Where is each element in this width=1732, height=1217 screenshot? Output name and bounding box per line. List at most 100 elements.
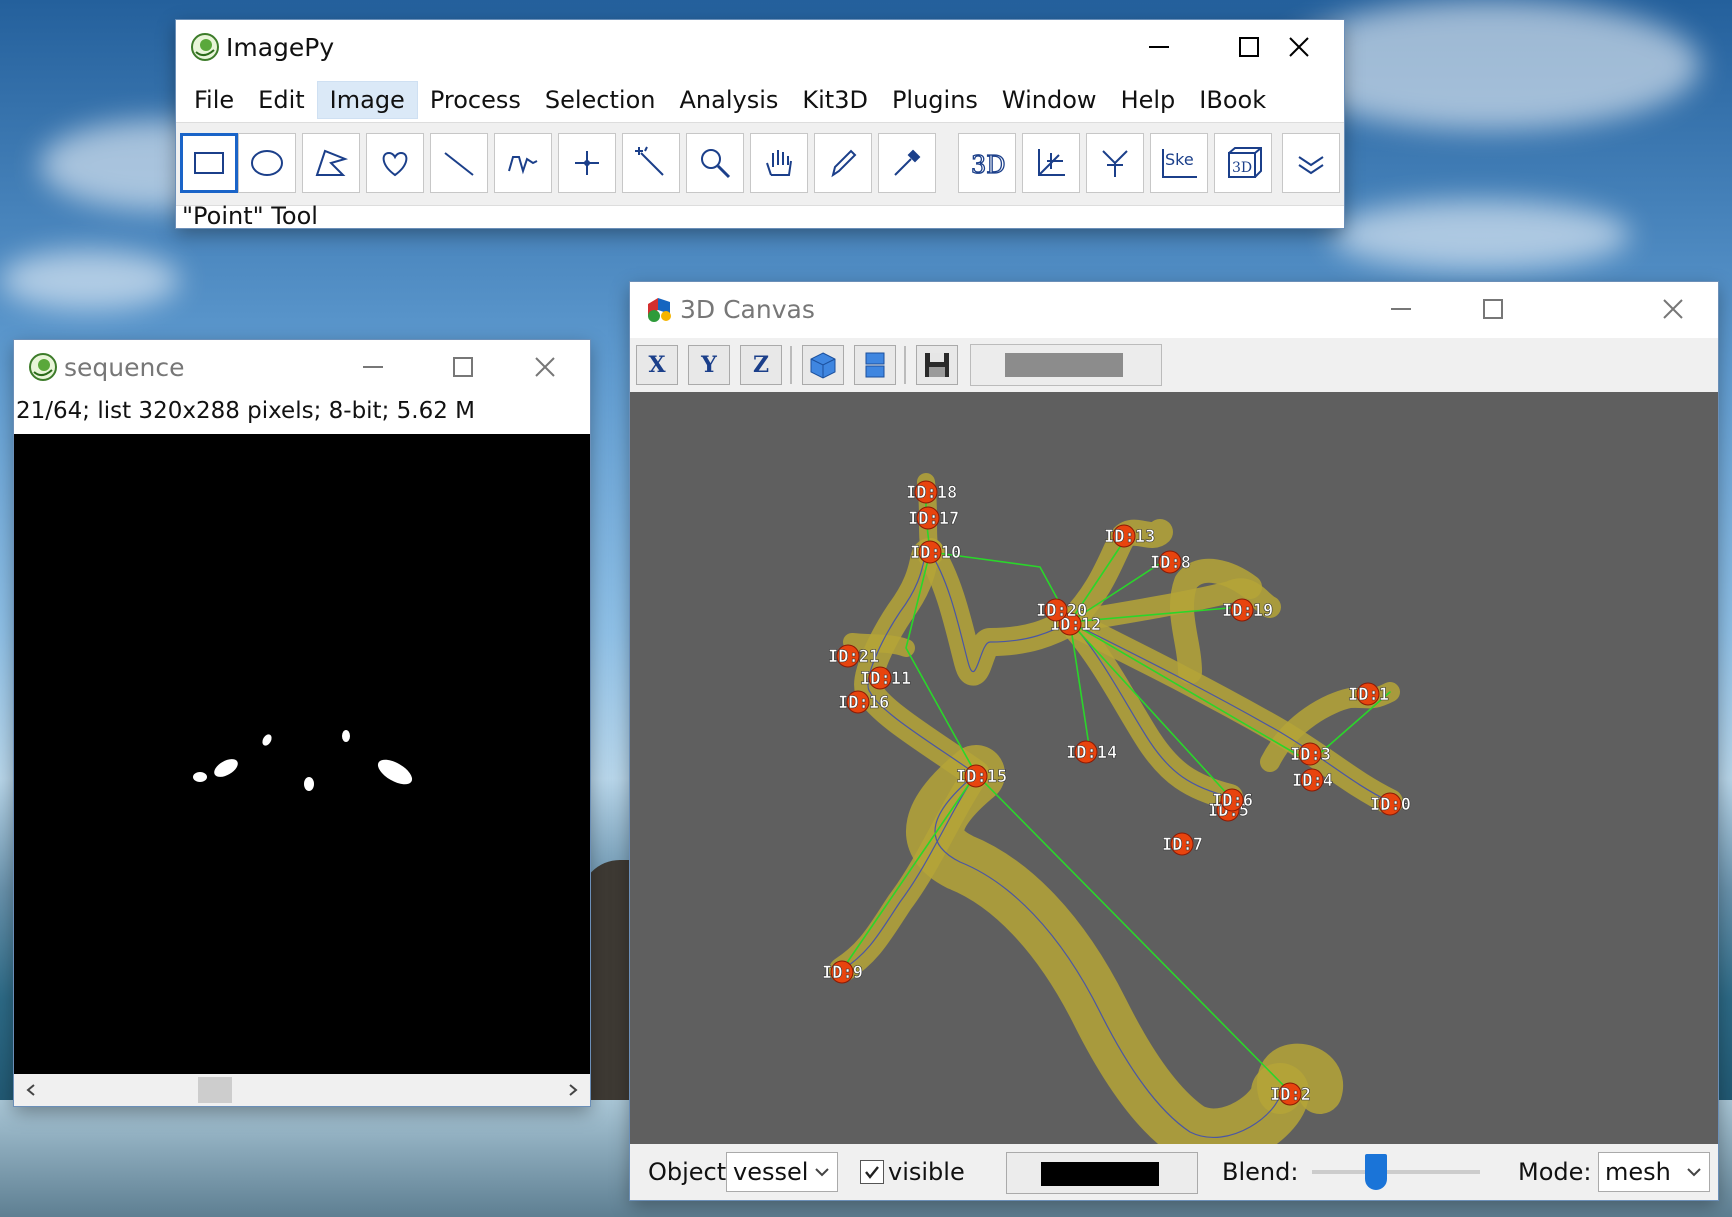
minimize-button[interactable]	[328, 340, 418, 394]
y-view-button[interactable]: Y	[688, 345, 730, 385]
menu-file[interactable]: File	[182, 82, 246, 118]
hand-tool-button[interactable]	[750, 133, 808, 193]
vessel-mesh	[829, 473, 1403, 1144]
blend-slider-handle[interactable]	[1364, 1154, 1387, 1190]
minimize-icon	[1149, 46, 1169, 48]
chevron-down-icon	[815, 1168, 829, 1177]
chevron-right-icon	[569, 1084, 578, 1096]
horizontal-scrollbar[interactable]	[14, 1074, 590, 1106]
rectangle-tool-icon	[194, 152, 224, 174]
minimize-icon	[363, 366, 383, 368]
magic-wand-tool-button[interactable]	[622, 133, 680, 193]
menu-kit3d[interactable]: Kit3D	[790, 82, 880, 118]
freehand-tool-icon	[382, 151, 408, 177]
3d-viewport[interactable]: ID:0 ID:1 ID:2 ID:3 ID:4 ID:5 ID:6 ID:7 ID:8 ID:9…	[630, 392, 1718, 1144]
mode-select-value: mesh	[1605, 1158, 1671, 1186]
color-picker-tool-button[interactable]	[878, 133, 936, 193]
visible-label: visible	[888, 1158, 965, 1186]
more-tools-button[interactable]	[1282, 133, 1340, 193]
hand-tool-icon	[766, 150, 792, 176]
ellipse-tool-button[interactable]	[238, 133, 296, 193]
checkmark-icon	[865, 1166, 879, 1179]
window-title: 3D Canvas	[680, 294, 815, 324]
visible-checkbox[interactable]	[860, 1160, 884, 1184]
orthographic-button[interactable]	[854, 345, 896, 385]
imagepy-logo-icon	[29, 353, 57, 381]
line-tool-button[interactable]	[430, 133, 488, 193]
image-info: 21/64; list 320x288 pixels; 8-bit; 5.62 …	[16, 398, 476, 424]
point-tool-button[interactable]	[558, 133, 616, 193]
node-id-21-label: ID:21	[828, 647, 879, 667]
polyline-tool-button[interactable]	[494, 133, 552, 193]
menu-process[interactable]: Process	[418, 82, 533, 118]
axis-tool-button[interactable]	[1022, 133, 1080, 193]
object-color-swatch	[1041, 1162, 1159, 1186]
skeleton-tool-icon: Ske	[1162, 149, 1197, 178]
close-button[interactable]	[1628, 282, 1718, 336]
z-view-button[interactable]: Z	[740, 345, 782, 385]
menu-analysis[interactable]: Analysis	[667, 82, 790, 118]
perspective-button[interactable]	[802, 345, 844, 385]
menu-ibook[interactable]: IBook	[1187, 82, 1278, 118]
close-button[interactable]	[500, 340, 590, 394]
blend-slider-track[interactable]	[1312, 1170, 1480, 1174]
menu-help[interactable]: Help	[1109, 82, 1188, 118]
object-select-value: vessel	[733, 1158, 809, 1186]
window-title: sequence	[64, 352, 185, 382]
minimize-button[interactable]	[1356, 282, 1446, 336]
maximize-icon	[453, 357, 473, 377]
polygon-tool-icon	[315, 149, 349, 176]
node-id-1-label: ID:1	[1348, 685, 1389, 705]
scroll-thumb[interactable]	[198, 1077, 232, 1103]
point-tool-icon	[575, 151, 599, 175]
menu-image[interactable]: Image	[316, 81, 418, 119]
close-button[interactable]	[1254, 20, 1344, 74]
menu-plugins[interactable]: Plugins	[880, 82, 990, 118]
polygon-tool-button[interactable]	[302, 133, 360, 193]
menu-window[interactable]: Window	[990, 82, 1109, 118]
background-color-picker[interactable]	[970, 344, 1162, 386]
node-id-17-label: ID:17	[908, 509, 959, 529]
menu-selection[interactable]: Selection	[533, 82, 668, 118]
minimize-button[interactable]	[1114, 20, 1204, 74]
chevron-down-icon	[1687, 1168, 1701, 1177]
object-select[interactable]: vessel	[726, 1152, 838, 1192]
scroll-right-button[interactable]	[556, 1074, 590, 1106]
rectangle-tool-button[interactable]	[180, 133, 238, 193]
maximize-icon	[1483, 299, 1503, 319]
x-view-button[interactable]: X	[636, 345, 678, 385]
save-button[interactable]	[916, 345, 958, 385]
mode-select[interactable]: mesh	[1598, 1152, 1710, 1192]
image-canvas[interactable]	[14, 434, 590, 1074]
maximize-button[interactable]	[1448, 282, 1538, 336]
object-properties-bar: Object: vessel visible Blend: Mode: mesh	[630, 1144, 1718, 1200]
skeleton-tool-button[interactable]: Ske	[1150, 133, 1208, 193]
3d-toolbar: X Y Z	[630, 338, 1718, 393]
object-label: Object:	[648, 1158, 735, 1186]
window-title: ImagePy	[226, 32, 335, 62]
fork-tool-button[interactable]	[1086, 133, 1144, 193]
sequence-window: sequence 21/64; list 320x288 pixels; 8-b…	[14, 340, 590, 1106]
pencil-tool-icon	[831, 149, 857, 178]
title-bar[interactable]: 3D Canvas	[630, 282, 1718, 336]
binary-image	[193, 730, 413, 791]
close-icon	[1289, 37, 1309, 57]
svg-text:Ske: Ske	[1165, 150, 1194, 169]
maximize-button[interactable]	[418, 340, 508, 394]
3d-box-tool-button[interactable]: 3D	[1214, 133, 1272, 193]
node-id-18-label: ID:18	[906, 483, 957, 503]
freehand-tool-button[interactable]	[366, 133, 424, 193]
line-tool-icon	[444, 152, 474, 176]
polyline-tool-icon	[508, 156, 538, 175]
menu-edit[interactable]: Edit	[246, 82, 316, 118]
3d-tool-icon: 3D	[970, 150, 1006, 179]
zoom-tool-button[interactable]	[686, 133, 744, 193]
pencil-tool-button[interactable]	[814, 133, 872, 193]
3d-tool-button[interactable]: 3D	[958, 133, 1016, 193]
axis-tool-icon	[1038, 149, 1065, 176]
close-icon	[535, 357, 555, 377]
object-color-picker[interactable]	[1006, 1152, 1198, 1194]
node-id-3-label: ID:3	[1290, 745, 1331, 765]
fork-tool-icon	[1102, 150, 1128, 177]
scroll-left-button[interactable]	[14, 1074, 48, 1106]
